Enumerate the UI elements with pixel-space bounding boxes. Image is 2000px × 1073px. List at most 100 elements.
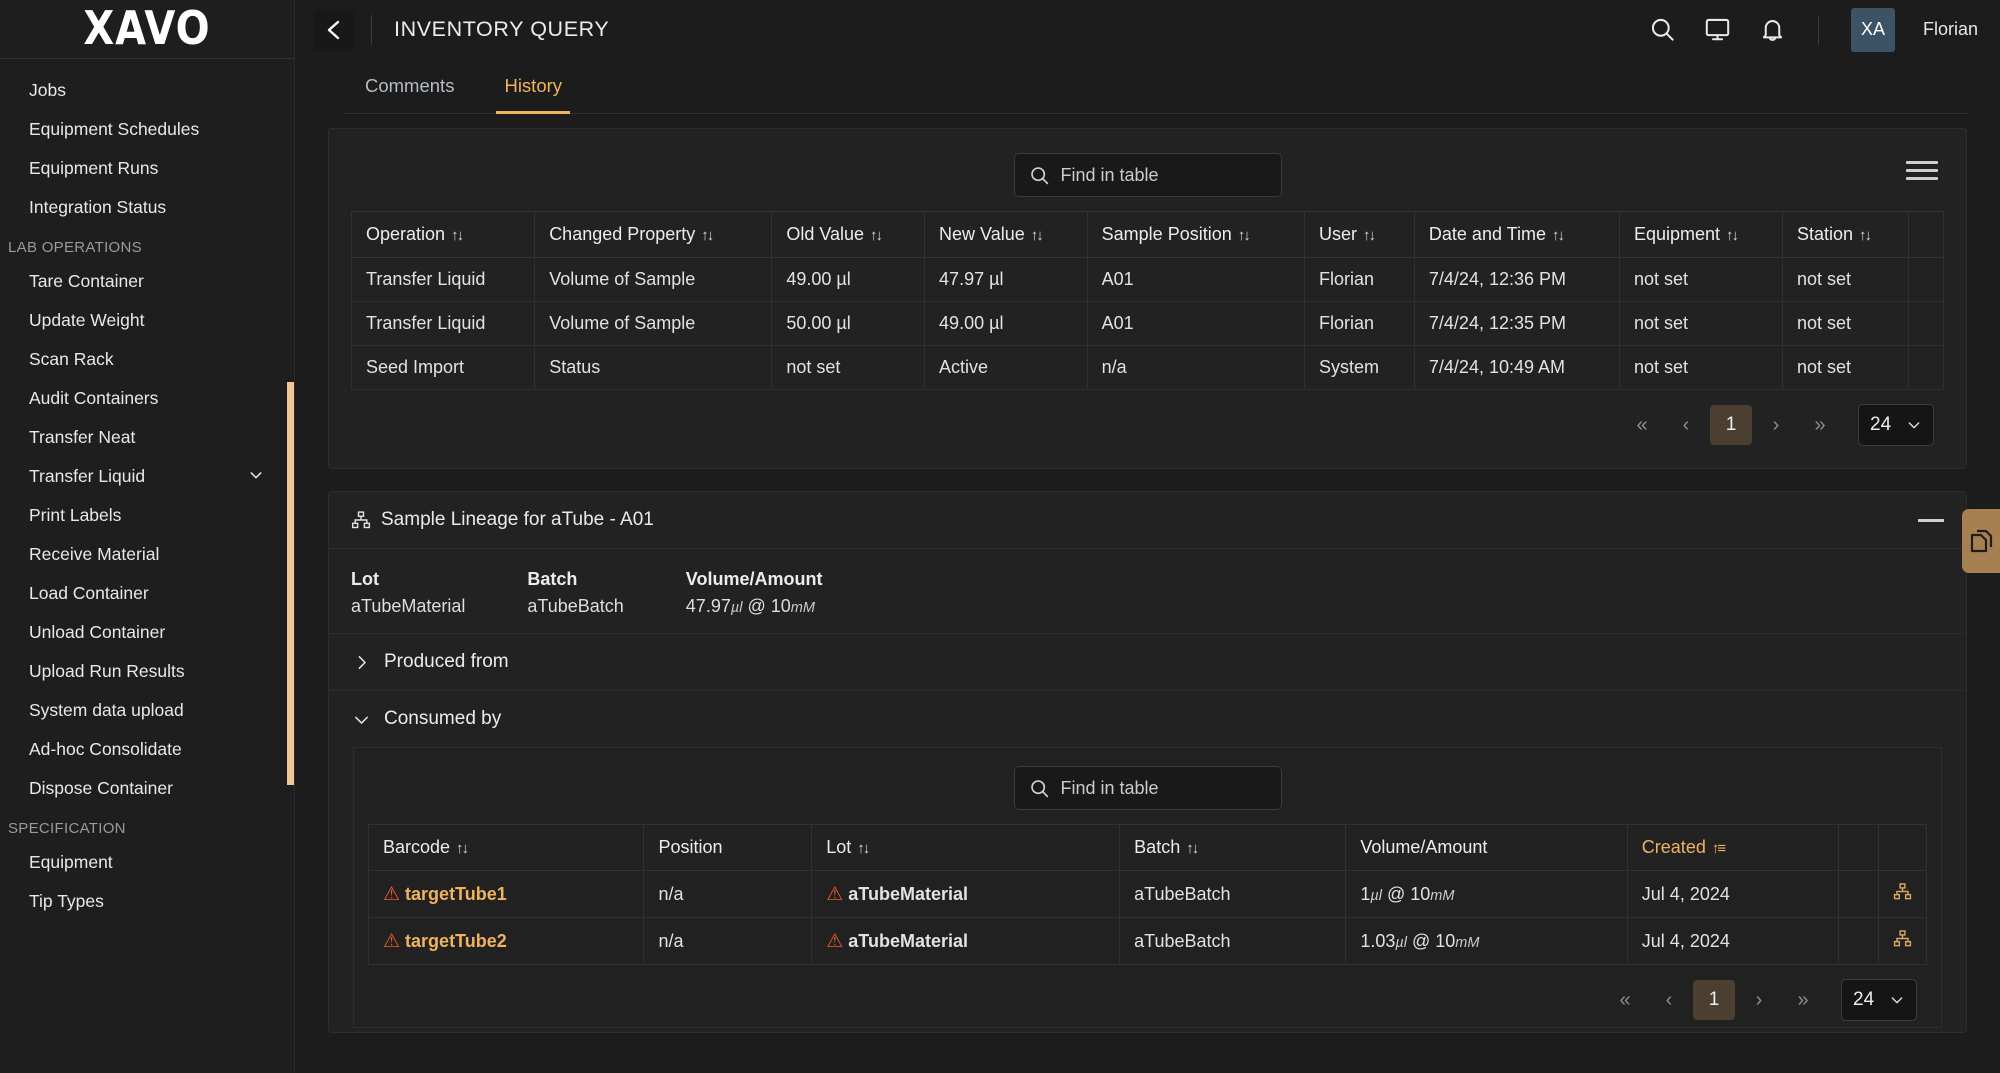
sidebar-item-update-weight[interactable]: Update Weight	[0, 301, 294, 340]
cell-user: Florian	[1304, 257, 1415, 302]
sidebar-item-load-container[interactable]: Load Container	[0, 574, 294, 613]
table-row[interactable]: Transfer Liquid Volume of Sample 49.00 µl 4…	[350, 257, 1944, 302]
volume-unit: µl	[1370, 887, 1382, 904]
pagination-next[interactable]: ›	[1739, 980, 1779, 1020]
sidebar-item-print-labels[interactable]: Print Labels	[0, 496, 294, 535]
cell-lineage-action[interactable]	[1878, 870, 1927, 918]
main-content: INVENTORY QUERY XA Florian Comments Hist…	[295, 0, 2000, 1073]
column-header-created[interactable]: Created ↑≡	[1627, 824, 1840, 871]
hierarchy-icon	[1893, 930, 1912, 947]
tab-comments[interactable]: Comments	[357, 59, 462, 114]
sort-icon[interactable]: ↑↓	[857, 840, 870, 857]
cell-batch: aTubeBatch	[1119, 870, 1347, 918]
pagination-first[interactable]: «	[1622, 405, 1662, 445]
sort-icon[interactable]: ↑↓	[1859, 227, 1872, 244]
tab-history[interactable]: History	[496, 59, 571, 114]
column-header-date-and-time[interactable]: Date and Time ↑↓	[1414, 211, 1620, 258]
sidebar-item-equipment[interactable]: Equipment	[0, 843, 294, 882]
pagination-prev[interactable]: ‹	[1649, 980, 1689, 1020]
sidebar-item-scan-rack[interactable]: Scan Rack	[0, 340, 294, 379]
table-row[interactable]: ⚠ targetTube1 n/a ⚠ aTubeMaterial aTubeBatch 1…	[367, 870, 1927, 918]
pagination-prev[interactable]: ‹	[1666, 405, 1706, 445]
page-size-select[interactable]: 24	[1858, 404, 1934, 446]
column-header-changed-property[interactable]: Changed Property ↑↓	[534, 211, 773, 258]
sort-ascending-icon[interactable]: ↑≡	[1712, 840, 1726, 857]
accordion-consumed-by[interactable]: Consumed by	[329, 690, 1966, 747]
sidebar-item-dispose-container[interactable]: Dispose Container	[0, 769, 294, 808]
pagination-first[interactable]: «	[1605, 980, 1645, 1020]
sidebar-item-transfer-neat[interactable]: Transfer Neat	[0, 418, 294, 457]
sidebar-item-audit-containers[interactable]: Audit Containers	[0, 379, 294, 418]
sidebar-item-unload-container[interactable]: Unload Container	[0, 613, 294, 652]
conc-unit: mM	[1430, 887, 1455, 904]
table-row[interactable]: ⚠ targetTube2 n/a ⚠ aTubeMaterial aTubeBatch 1…	[367, 917, 1927, 965]
sort-icon[interactable]: ↑↓	[870, 227, 883, 244]
back-button[interactable]	[313, 8, 355, 51]
monitor-icon[interactable]	[1704, 16, 1731, 43]
search-icon[interactable]	[1649, 16, 1676, 43]
sidebar-item-receive-material[interactable]: Receive Material	[0, 535, 294, 574]
sidebar-item-system-data-upload[interactable]: System data upload	[0, 691, 294, 730]
history-search-input[interactable]: Find in table	[1013, 153, 1282, 197]
sort-icon[interactable]: ↑↓	[1726, 227, 1739, 244]
sidebar-item-upload-run-results[interactable]: Upload Run Results	[0, 652, 294, 691]
column-header-equipment[interactable]: Equipment ↑↓	[1619, 211, 1783, 258]
sort-icon[interactable]: ↑↓	[1238, 227, 1251, 244]
sidebar-item-label: Print Labels	[29, 505, 122, 525]
column-header-sample-position[interactable]: Sample Position ↑↓	[1087, 211, 1306, 258]
hamburger-menu-icon[interactable]	[1906, 161, 1938, 180]
sort-icon[interactable]: ↑↓	[1363, 227, 1376, 244]
copy-documents-button[interactable]	[1962, 509, 2000, 573]
sidebar-section-specification: SPECIFICATION	[8, 820, 126, 837]
bell-icon[interactable]	[1759, 16, 1786, 43]
avatar[interactable]: XA	[1850, 7, 1895, 52]
sort-icon[interactable]: ↑↓	[456, 840, 469, 857]
accordion-produced-from[interactable]: Produced from	[329, 633, 1966, 690]
column-header-lot[interactable]: Lot ↑↓	[811, 824, 1121, 871]
sidebar-item-transfer-liquid[interactable]: Transfer Liquid	[0, 457, 294, 496]
sidebar-item-integration-status[interactable]: Integration Status	[0, 188, 294, 227]
column-header-barcode[interactable]: Barcode ↑↓	[367, 824, 645, 871]
column-header-operation[interactable]: Operation ↑↓	[350, 211, 536, 258]
tabs-container: Comments History	[295, 59, 2000, 114]
chevron-down-icon[interactable]	[248, 467, 264, 486]
brand-logo[interactable]: XAVO	[0, 0, 294, 59]
column-header-old-value[interactable]: Old Value ↑↓	[771, 211, 926, 258]
column-header-batch[interactable]: Batch ↑↓	[1119, 824, 1347, 871]
pagination-page-1[interactable]: 1	[1693, 980, 1735, 1020]
pagination-last[interactable]: »	[1783, 980, 1823, 1020]
table-row[interactable]: Transfer Liquid Volume of Sample 50.00 µl 4…	[350, 301, 1944, 346]
sidebar-scrollbar[interactable]	[287, 382, 294, 785]
pagination-next[interactable]: ›	[1756, 405, 1796, 445]
column-header-position[interactable]: Position	[643, 824, 813, 871]
cell-actions	[1908, 301, 1944, 346]
column-header-station[interactable]: Station ↑↓	[1782, 211, 1910, 258]
cell-lineage-action[interactable]	[1878, 917, 1927, 965]
cell-barcode[interactable]: ⚠ targetTube2	[367, 917, 645, 965]
minimize-icon[interactable]	[1918, 518, 1944, 522]
column-header-new-value[interactable]: New Value ↑↓	[924, 211, 1088, 258]
table-row[interactable]: Seed Import Status not set Active n/a System 7…	[350, 345, 1944, 390]
sidebar-item-equipment-schedules[interactable]: Equipment Schedules	[0, 110, 294, 149]
column-header-user[interactable]: User ↑↓	[1304, 211, 1415, 258]
cell-barcode[interactable]: ⚠ targetTube1	[367, 870, 645, 918]
pagination-page-1[interactable]: 1	[1710, 405, 1752, 445]
page-size-select[interactable]: 24	[1841, 979, 1917, 1021]
sidebar-section-lab-operations: LAB OPERATIONS	[8, 239, 142, 256]
column-label: New Value	[939, 224, 1025, 244]
cell-position: n/a	[643, 870, 813, 918]
sidebar-item-tip-types[interactable]: Tip Types	[0, 882, 294, 921]
sort-icon[interactable]: ↑↓	[1186, 840, 1199, 857]
consumed-search-input[interactable]: Find in table	[1013, 766, 1282, 810]
sort-icon[interactable]: ↑↓	[701, 227, 714, 244]
column-header-volume-amount[interactable]: Volume/Amount	[1345, 824, 1628, 871]
sort-icon[interactable]: ↑↓	[1031, 227, 1044, 244]
pagination-last[interactable]: »	[1800, 405, 1840, 445]
sort-icon[interactable]: ↑↓	[451, 227, 464, 244]
sidebar-item-jobs[interactable]: Jobs	[0, 71, 294, 110]
sidebar-item-ad-hoc-consolidate[interactable]: Ad-hoc Consolidate	[0, 730, 294, 769]
chevron-down-icon	[1908, 422, 1920, 429]
sidebar-item-equipment-runs[interactable]: Equipment Runs	[0, 149, 294, 188]
sort-icon[interactable]: ↑↓	[1552, 227, 1565, 244]
sidebar-item-tare-container[interactable]: Tare Container	[0, 262, 294, 301]
